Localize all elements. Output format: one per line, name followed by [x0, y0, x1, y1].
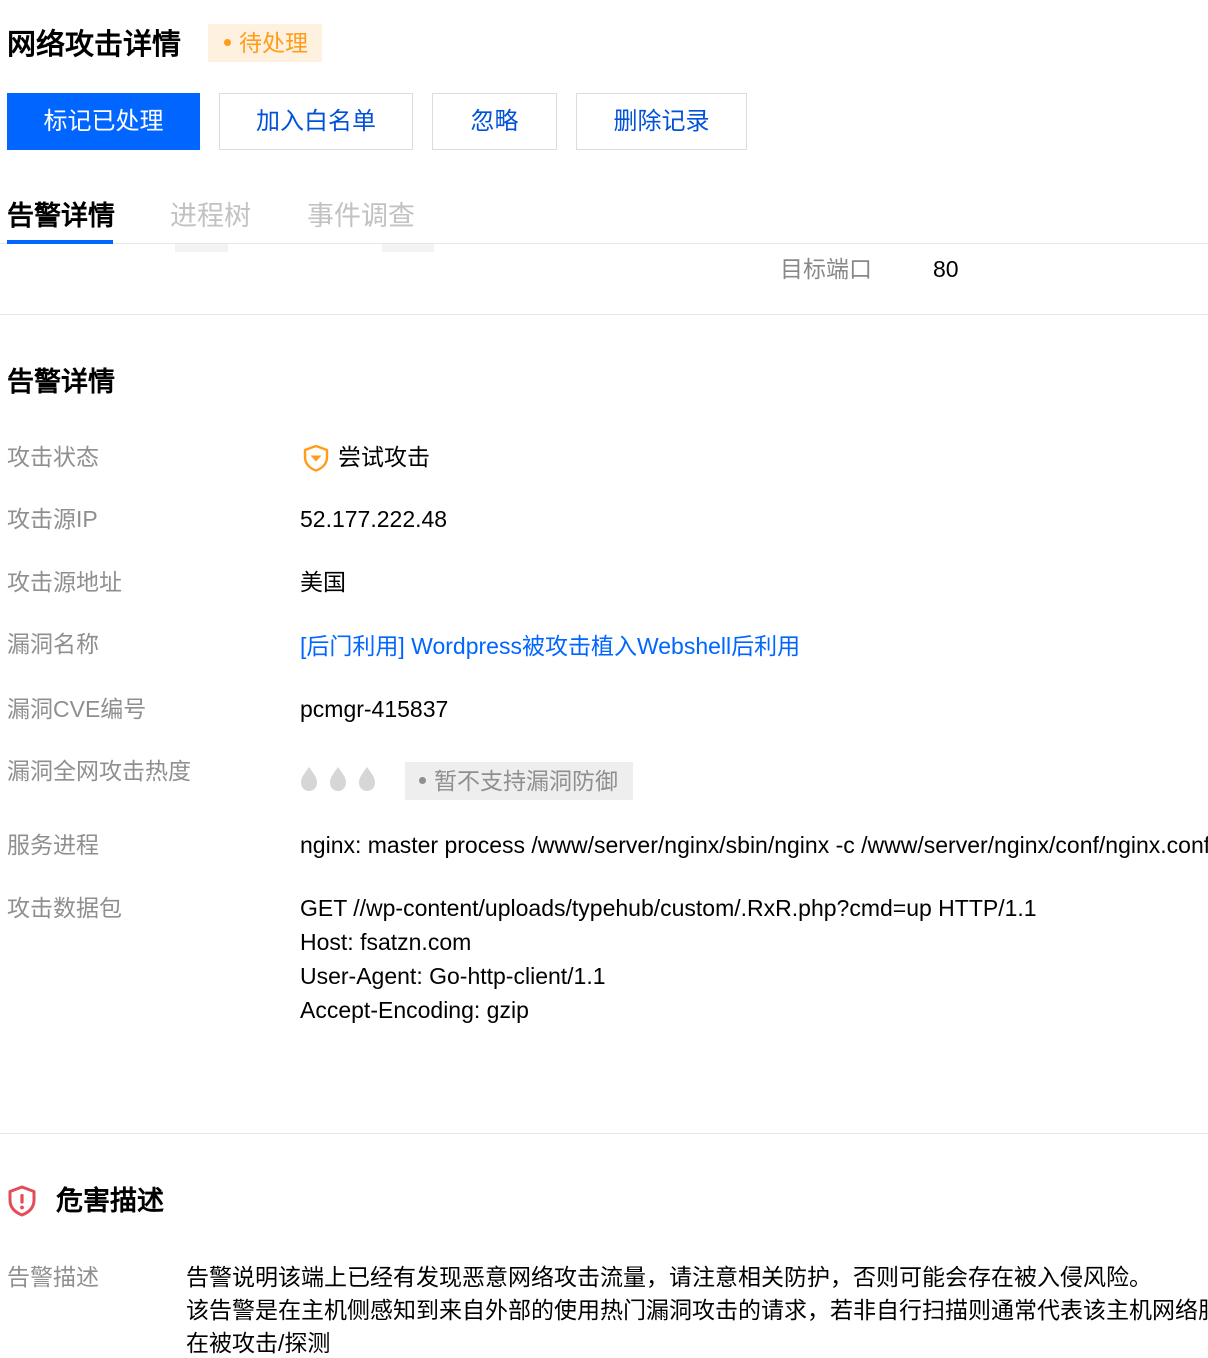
status-dot — [224, 39, 231, 47]
shield-alert-icon — [7, 1185, 37, 1217]
page-title: 网络攻击详情 — [7, 29, 182, 61]
vuln-defense-tag: 暂不支持漏洞防御 — [405, 762, 633, 800]
mark-handled-button[interactable]: 标记已处理 — [7, 93, 200, 150]
tab-process-tree[interactable]: 进程树 — [170, 196, 251, 236]
service-process-label: 服务进程 — [7, 832, 99, 858]
source-ip-label: 攻击源IP — [7, 506, 98, 532]
section-divider — [0, 314, 1208, 315]
tab-alert-details[interactable]: 告警详情 — [7, 196, 115, 236]
source-ip-value: 52.177.222.48 — [300, 506, 448, 532]
source-location-value: 美国 — [300, 569, 346, 595]
attack-status-label: 攻击状态 — [7, 444, 99, 470]
target-port-label: 目标端口 — [780, 256, 872, 282]
status-badge: 待处理 — [208, 24, 322, 62]
scroll-shadow — [382, 244, 434, 252]
vuln-name-label: 漏洞名称 — [7, 631, 99, 657]
attack-packet-label: 攻击数据包 — [7, 895, 122, 921]
description-line: 告警说明该端上已经有发现恶意网络攻击流量，请注意相关防护，否则可能会存在被入侵风… — [186, 1264, 1152, 1290]
flame-drop-icon — [358, 766, 376, 792]
service-process-value: nginx: master process /www/server/nginx/… — [300, 832, 1208, 858]
packet-line: Accept-Encoding: gzip — [300, 997, 529, 1023]
alert-description-label: 告警描述 — [7, 1264, 99, 1290]
vuln-heat-label: 漏洞全网攻击热度 — [7, 758, 191, 784]
tag-dot — [419, 777, 426, 785]
vuln-cve-label: 漏洞CVE编号 — [7, 696, 147, 722]
alert-details-title: 告警详情 — [7, 367, 115, 397]
target-port-value: 80 — [933, 256, 959, 282]
vuln-name-link[interactable]: [后门利用] Wordpress被攻击植入Webshell后利用 — [300, 631, 800, 661]
packet-line: Host: fsatzn.com — [300, 929, 472, 955]
section-divider — [0, 1133, 1208, 1134]
description-line: 在被攻击/探测 — [186, 1330, 331, 1356]
description-line: 该告警是在主机侧感知到来自外部的使用热门漏洞攻击的请求，若非自行扫描则通常代表该… — [186, 1297, 1208, 1323]
flame-drop-icon — [329, 766, 347, 792]
packet-line: User-Agent: Go-http-client/1.1 — [300, 963, 606, 989]
attack-status-value: 尝试攻击 — [338, 444, 430, 470]
flame-drop-icon — [300, 766, 318, 792]
packet-line: GET //wp-content/uploads/typehub/custom/… — [300, 895, 1037, 921]
status-label: 待处理 — [239, 30, 308, 56]
active-tab-indicator — [7, 240, 113, 244]
vuln-defense-tag-label: 暂不支持漏洞防御 — [434, 768, 618, 794]
vuln-cve-value: pcmgr-415837 — [300, 696, 449, 722]
scroll-shadow — [175, 244, 228, 252]
add-whitelist-button[interactable]: 加入白名单 — [219, 93, 413, 150]
harm-description-title: 危害描述 — [56, 1186, 164, 1216]
source-location-label: 攻击源地址 — [7, 569, 122, 595]
tab-event-investigation[interactable]: 事件调查 — [307, 196, 415, 236]
shield-warning-icon — [302, 444, 330, 472]
delete-record-button[interactable]: 删除记录 — [576, 93, 747, 150]
ignore-button[interactable]: 忽略 — [432, 93, 557, 150]
